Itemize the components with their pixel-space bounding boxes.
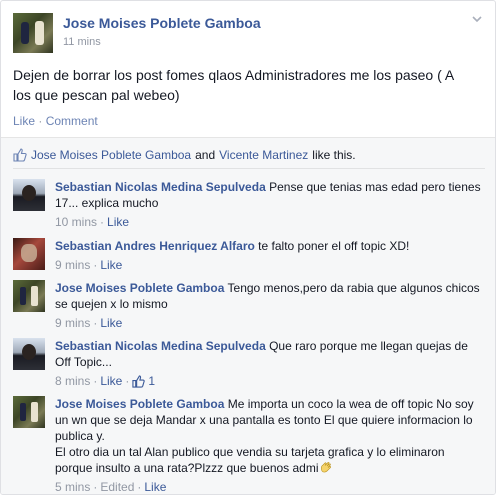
thumbs-up-icon	[13, 148, 27, 162]
post-actions: Like · Comment	[13, 114, 98, 128]
wave-hand-icon	[319, 460, 333, 474]
separator: ·	[93, 316, 98, 330]
commenter-avatar[interactable]	[13, 338, 45, 370]
comment-time[interactable]: 9 mins	[55, 315, 90, 331]
commenter-name[interactable]: Sebastian Andres Henriquez Alfaro	[55, 239, 255, 253]
comment-like-link[interactable]: Like	[107, 214, 129, 230]
comment-time[interactable]: 5 mins	[55, 479, 90, 494]
commenter-avatar[interactable]	[13, 238, 45, 270]
comment-link[interactable]: Comment	[46, 114, 98, 128]
like-count[interactable]: 1	[148, 373, 155, 389]
comment-like-link[interactable]: Like	[100, 373, 122, 389]
commenter-name[interactable]: Jose Moises Poblete Gamboa	[55, 397, 224, 411]
edited-label[interactable]: Edited	[100, 479, 134, 494]
separator: ·	[100, 215, 105, 229]
likes-and: and	[195, 148, 216, 162]
divider	[13, 168, 485, 169]
action-separator: ·	[38, 114, 43, 128]
chevron-down-icon[interactable]	[469, 13, 485, 29]
commenter-name[interactable]: Jose Moises Poblete Gamboa	[55, 281, 224, 295]
separator: ·	[93, 258, 98, 272]
post-text: Dejen de borrar los post fomes qlaos Adm…	[13, 67, 454, 103]
separator: ·	[125, 374, 130, 388]
post-timestamp[interactable]: 11 mins	[63, 36, 101, 48]
liker-link[interactable]: Vicente Martinez	[219, 148, 308, 162]
likes-summary: Jose Moises Poblete Gamboa and Vicente M…	[13, 148, 356, 162]
separator: ·	[93, 480, 98, 494]
comment-like-link[interactable]: Like	[144, 479, 166, 494]
likes-suffix: like this.	[312, 148, 356, 162]
comment-like-link[interactable]: Like	[100, 315, 122, 331]
liker-link[interactable]: Jose Moises Poblete Gamboa	[31, 148, 191, 162]
commenter-avatar[interactable]	[13, 179, 45, 211]
separator: ·	[93, 374, 98, 388]
commenter-name[interactable]: Sebastian Nicolas Medina Sepulveda	[55, 180, 266, 194]
comment-time[interactable]: 8 mins	[55, 373, 90, 389]
comments-section: Jose Moises Poblete Gamboa and Vicente M…	[1, 137, 495, 494]
comment-text-continued: El otro dia un tal Alan publico que vend…	[55, 445, 445, 475]
commenter-avatar[interactable]	[13, 396, 45, 428]
post-author-link[interactable]: Jose Moises Poblete Gamboa	[63, 15, 261, 31]
commenter-avatar[interactable]	[13, 280, 45, 312]
like-link[interactable]: Like	[13, 114, 35, 128]
comment-time[interactable]: 10 mins	[55, 214, 97, 230]
author-avatar[interactable]	[13, 13, 53, 53]
commenter-name[interactable]: Sebastian Nicolas Medina Sepulveda	[55, 339, 266, 353]
comment-time[interactable]: 9 mins	[55, 257, 90, 273]
post-card: Jose Moises Poblete Gamboa 11 mins Dejen…	[0, 0, 496, 495]
separator: ·	[137, 480, 142, 494]
comment-like-link[interactable]: Like	[100, 257, 122, 273]
post-header: Jose Moises Poblete Gamboa 11 mins	[1, 1, 495, 57]
thumbs-up-icon[interactable]	[132, 374, 146, 388]
comment-text: te falto poner el off topic XD!	[258, 239, 410, 253]
